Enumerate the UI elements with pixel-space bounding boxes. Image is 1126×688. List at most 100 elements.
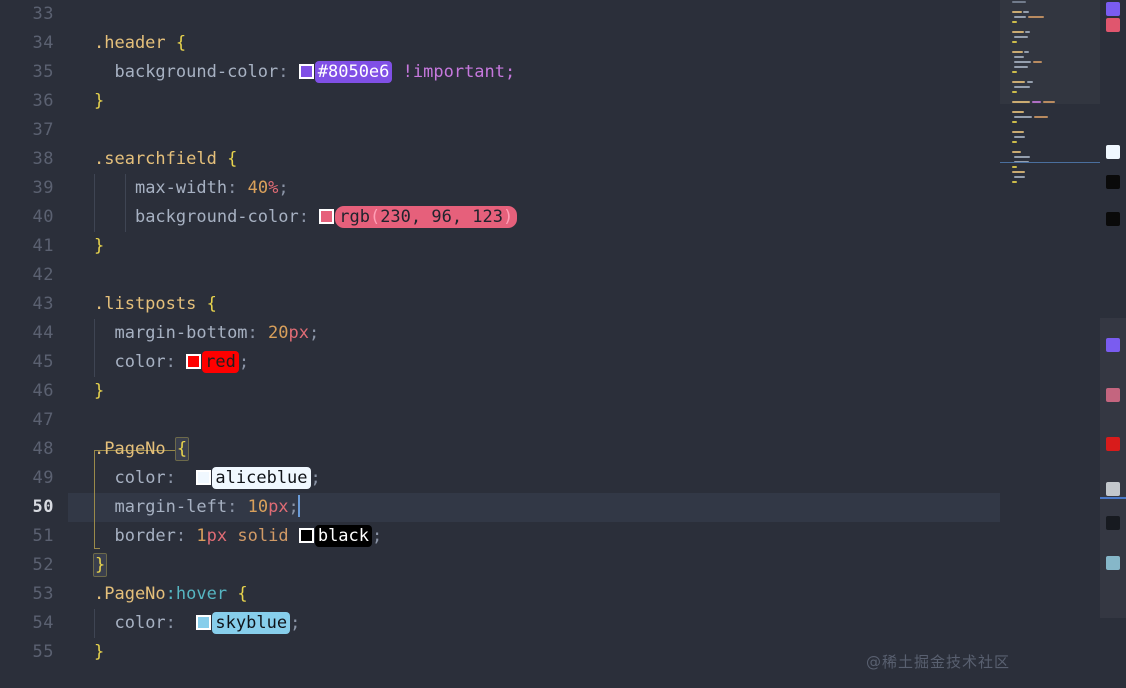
semicolon-token: ; bbox=[309, 323, 320, 343]
colon-token: : bbox=[165, 613, 176, 633]
code-line[interactable]: background-color: rgb(230, 96, 123) bbox=[68, 203, 1126, 232]
minimap-segment bbox=[1012, 71, 1017, 73]
colon-token: : bbox=[247, 323, 258, 343]
line-number: 53 bbox=[32, 584, 54, 604]
code-line[interactable]: .listposts { bbox=[68, 290, 1126, 319]
unit-token: px bbox=[268, 497, 289, 517]
code-line[interactable]: .header { bbox=[68, 29, 1126, 58]
line-number: 44 bbox=[32, 323, 54, 343]
code-line[interactable] bbox=[68, 0, 1126, 29]
line-number: 55 bbox=[32, 642, 54, 662]
line-number: 54 bbox=[32, 613, 54, 633]
code-area[interactable]: .header { background-color: #8050e6 !imp… bbox=[68, 0, 1126, 688]
code-line[interactable]: } bbox=[68, 551, 1126, 580]
code-line[interactable]: } bbox=[68, 232, 1126, 261]
rgb-fn-token: rgb bbox=[339, 207, 370, 227]
code-line[interactable]: .PageNo { bbox=[68, 435, 1126, 464]
colon-token: : bbox=[165, 468, 176, 488]
aliceblue-decoration bbox=[1106, 482, 1120, 496]
important-token: !important bbox=[402, 62, 506, 82]
color-swatch-aliceblue[interactable] bbox=[196, 470, 212, 485]
code-line[interactable]: color: aliceblue; bbox=[68, 464, 1126, 493]
minimap-segment bbox=[1012, 141, 1017, 143]
code-line[interactable]: } bbox=[68, 377, 1126, 406]
code-editor[interactable]: 33 34 35 36 37 38 39 40 41 42 43 44 45 4… bbox=[0, 0, 1126, 688]
code-line[interactable]: color: red; bbox=[68, 348, 1126, 377]
minimap-segment bbox=[1014, 16, 1026, 18]
code-line[interactable] bbox=[68, 406, 1126, 435]
color-swatch-red[interactable] bbox=[186, 354, 202, 369]
line-number: 38 bbox=[32, 149, 54, 169]
minimap-segment bbox=[1025, 31, 1030, 33]
selector-token: .listposts bbox=[94, 294, 197, 314]
selector-token: .PageNo bbox=[94, 439, 166, 459]
watermark-text: @稀土掘金技术社区 bbox=[865, 653, 1010, 671]
line-number: 36 bbox=[32, 91, 54, 111]
minimap-active-line bbox=[1000, 162, 1100, 163]
property-token: max-width bbox=[134, 178, 228, 198]
code-line[interactable]: background-color: #8050e6 !important; bbox=[68, 58, 1126, 87]
color-swatch-skyblue[interactable] bbox=[196, 615, 212, 630]
code-line[interactable]: .searchfield { bbox=[68, 145, 1126, 174]
code-line[interactable]: max-width: 40%; bbox=[68, 174, 1126, 203]
code-line[interactable]: margin-bottom: 20px; bbox=[68, 319, 1126, 348]
overview-ruler[interactable] bbox=[1100, 0, 1126, 688]
rgb-args-token: 230, 96, 123 bbox=[380, 207, 504, 227]
hex-purple-decoration bbox=[1106, 2, 1120, 16]
code-line[interactable]: } bbox=[68, 87, 1126, 116]
minimap-row bbox=[1000, 180, 1100, 185]
minimap-segment bbox=[1012, 181, 1017, 183]
line-number: 41 bbox=[32, 236, 54, 256]
color-swatch-purple[interactable] bbox=[298, 64, 314, 79]
minimap-segment bbox=[1034, 116, 1048, 118]
color-value-red: red bbox=[202, 351, 239, 373]
color-value-black: black bbox=[314, 525, 373, 547]
minimap[interactable] bbox=[1000, 0, 1100, 688]
aliceblue-decoration bbox=[1106, 145, 1120, 159]
minimap-segment bbox=[1012, 21, 1017, 23]
property-token: background-color bbox=[134, 207, 299, 227]
color-swatch-black[interactable] bbox=[298, 528, 314, 543]
minimap-segment bbox=[1014, 116, 1032, 118]
code-line[interactable] bbox=[68, 261, 1126, 290]
brace-open-token: { bbox=[206, 294, 217, 314]
colon-token: : bbox=[227, 497, 238, 517]
code-line[interactable]: .PageNo:hover { bbox=[68, 580, 1126, 609]
line-number: 34 bbox=[32, 33, 54, 53]
code-lines[interactable]: .header { background-color: #8050e6 !imp… bbox=[68, 0, 1126, 667]
minimap-segment bbox=[1012, 121, 1017, 123]
property-token: margin-left bbox=[114, 497, 228, 517]
rgb-paren-open: ( bbox=[369, 207, 381, 227]
color-value-hex: #8050e6 bbox=[314, 61, 393, 83]
code-line-active[interactable]: margin-left: 10px; bbox=[68, 493, 1126, 522]
line-number: 42 bbox=[32, 265, 54, 285]
colon-token: : bbox=[175, 526, 187, 546]
color-value-rgb: rgb(230, 96, 123) bbox=[335, 206, 518, 228]
pink-decoration bbox=[1106, 18, 1120, 32]
unit-token: % bbox=[268, 178, 279, 198]
pink-decoration bbox=[1106, 388, 1120, 402]
code-line[interactable]: border: 1px solid black; bbox=[68, 522, 1126, 551]
black-decoration bbox=[1106, 175, 1120, 189]
property-token: color bbox=[114, 613, 166, 633]
brace-close-token: } bbox=[94, 642, 105, 662]
property-token: margin-bottom bbox=[114, 323, 248, 343]
minimap-segment bbox=[1014, 56, 1024, 58]
line-number: 51 bbox=[32, 526, 54, 546]
overview-ruler-slider[interactable] bbox=[1100, 318, 1126, 618]
colon-token: : bbox=[278, 62, 289, 82]
colon-token: : bbox=[227, 178, 238, 198]
black-decoration bbox=[1106, 516, 1120, 530]
brace-close-token-matched: } bbox=[92, 553, 108, 577]
code-line[interactable]: color: skyblue; bbox=[68, 609, 1126, 638]
color-swatch-pink[interactable] bbox=[319, 209, 335, 224]
skyblue-decoration bbox=[1106, 556, 1120, 570]
number-token: 10 bbox=[247, 497, 269, 517]
code-line[interactable] bbox=[68, 116, 1126, 145]
semicolon-token: ; bbox=[372, 526, 383, 546]
selector-token: .PageNo bbox=[94, 584, 166, 604]
selector-token: .header bbox=[94, 33, 166, 53]
